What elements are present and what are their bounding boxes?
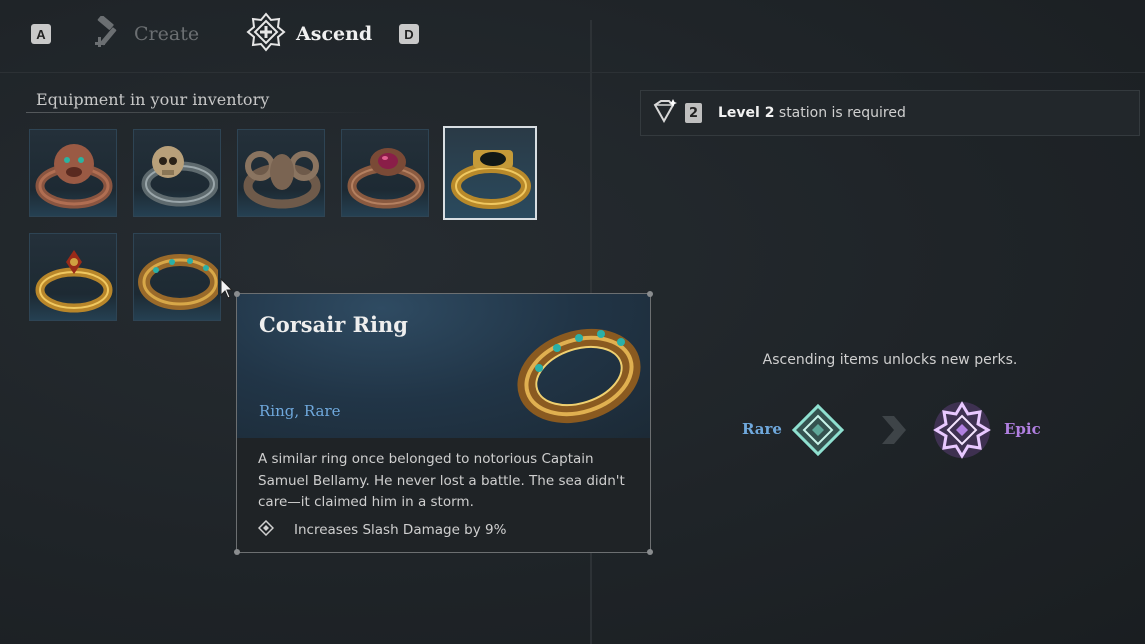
- tab-ascend[interactable]: Ascend: [246, 11, 373, 57]
- rare-rarity-icon: [791, 403, 845, 457]
- key-hint-d[interactable]: D: [399, 24, 419, 44]
- inventory-slot-lion-ring[interactable]: [29, 129, 117, 217]
- inventory-slot-fleur-gold-ring[interactable]: [29, 233, 117, 321]
- tooltip-title: Corsair Ring: [259, 312, 408, 337]
- inventory-title-underline: [26, 112, 376, 113]
- ram-ring-icon: [243, 151, 321, 209]
- tooltip-description: A similar ring once belonged to notoriou…: [258, 451, 625, 510]
- inventory-slot-ruby-signet-ring[interactable]: [341, 129, 429, 217]
- rarity-from-label: Rare: [742, 420, 782, 438]
- perk-diamond-icon: [257, 519, 275, 540]
- fleur-gold-ring-icon: [35, 250, 113, 313]
- mouse-cursor-icon: [220, 278, 234, 299]
- inventory-slot-ram-ring[interactable]: [237, 129, 325, 217]
- corsair-ring-icon: [138, 254, 218, 310]
- hammer-icon: [94, 14, 124, 53]
- header-divider: [0, 72, 1145, 73]
- onyx-gold-ring-icon: [451, 150, 531, 209]
- key-hint-a[interactable]: A: [31, 24, 51, 44]
- perk-text: Increases Slash Damage by 9%: [294, 522, 507, 538]
- tooltip-corner: [234, 549, 240, 555]
- requirement-text: Level 2 station is required: [718, 105, 906, 121]
- tab-create[interactable]: Create: [94, 12, 199, 56]
- item-tooltip: Corsair Ring Ring, Rare A similar ring o…: [234, 291, 653, 555]
- tab-ascend-label: Ascend: [296, 23, 373, 45]
- requirement-level-text: Level 2: [718, 105, 775, 121]
- tooltip-corner: [647, 549, 653, 555]
- skull-ring-icon: [141, 146, 218, 207]
- rarity-to-label: Epic: [1004, 420, 1041, 438]
- lion-ring-icon: [35, 144, 113, 209]
- epic-rarity-icon: [933, 401, 991, 459]
- requirement-rest-text: station is required: [774, 105, 906, 121]
- ascension-info: Ascending items unlocks new perks.: [762, 352, 1018, 368]
- ruby-signet-ring-icon: [347, 148, 425, 209]
- arrow-right-icon: [882, 416, 906, 444]
- tab-create-label: Create: [134, 23, 200, 45]
- inventory-slot-corsair-ring[interactable]: [133, 233, 221, 321]
- inventory-slot-skull-ring[interactable]: [133, 129, 221, 217]
- corsair-ring-large-icon: [517, 328, 641, 424]
- gem-station-icon: [651, 99, 677, 127]
- station-requirement: 2 Level 2 station is required: [640, 90, 1140, 136]
- inventory-title: Equipment in your inventory: [36, 90, 270, 109]
- tooltip-corner: [234, 291, 240, 297]
- tooltip-corner: [647, 291, 653, 297]
- required-level-badge: 2: [685, 103, 702, 123]
- tooltip-perk: Increases Slash Damage by 9%: [257, 519, 507, 540]
- ascend-icon: [246, 11, 286, 57]
- tooltip-subtitle: Ring, Rare: [259, 402, 341, 420]
- inventory-slot-onyx-gold-ring[interactable]: [443, 126, 537, 220]
